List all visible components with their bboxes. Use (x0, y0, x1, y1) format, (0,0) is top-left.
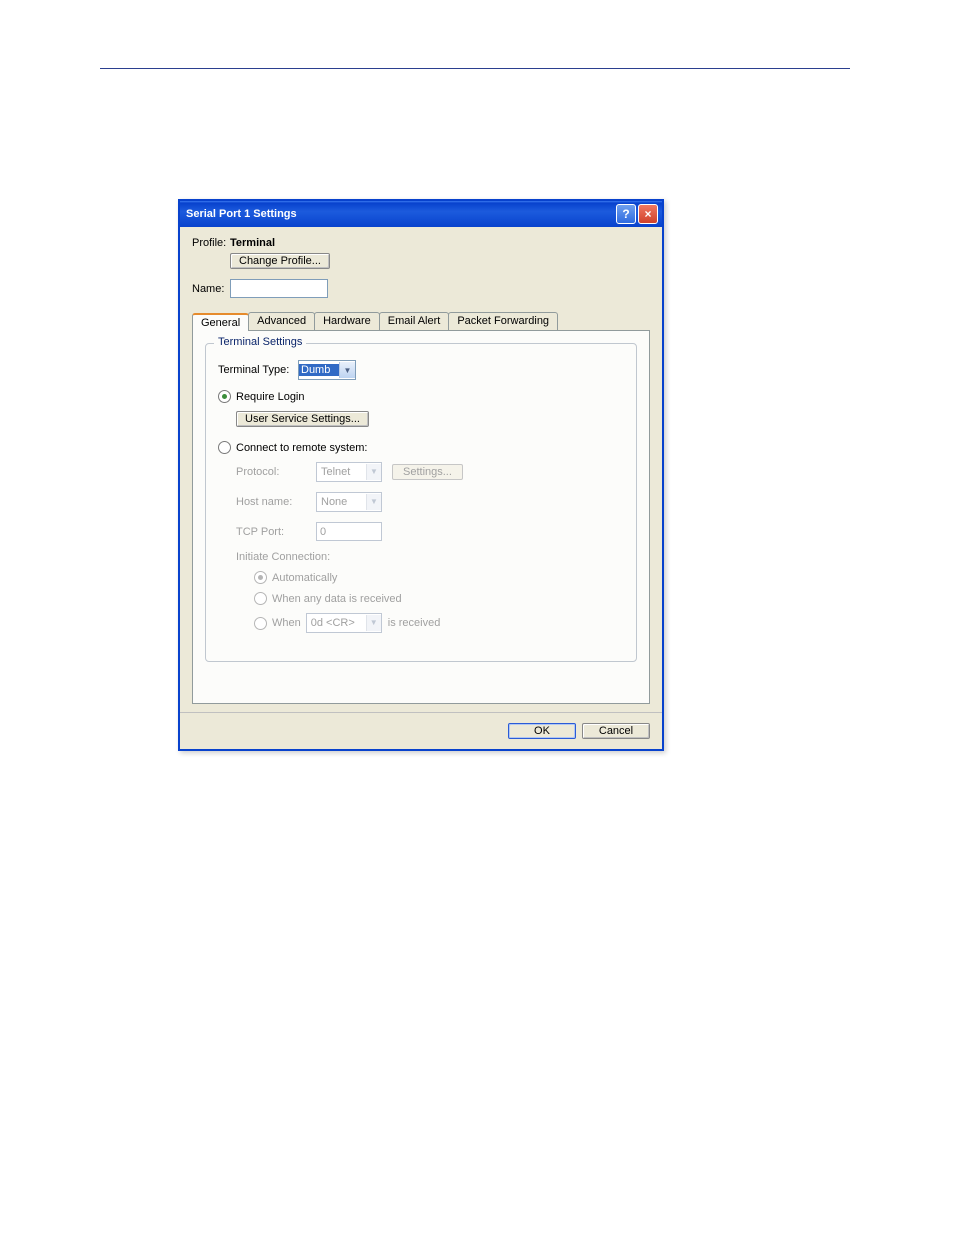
help-icon[interactable]: ? (616, 204, 636, 224)
terminal-type-label: Terminal Type: (218, 364, 298, 376)
hostname-value: None (321, 496, 347, 508)
page-divider (100, 68, 850, 69)
initiate-any-row: When any data is received (254, 592, 624, 605)
tab-content-general: Terminal Settings Terminal Type: Dumb ▼ … (192, 331, 650, 704)
remote-settings-block: Protocol: Telnet ▼ Settings... Host name… (236, 462, 624, 633)
group-title: Terminal Settings (214, 336, 306, 348)
protocol-value: Telnet (321, 466, 350, 478)
tcpport-row: TCP Port: (236, 522, 624, 541)
protocol-select: Telnet ▼ (316, 462, 382, 482)
close-icon[interactable]: × (638, 204, 658, 224)
when-value-select: 0d <CR> ▼ (306, 613, 382, 633)
titlebar-buttons: ? × (616, 204, 658, 224)
hostname-select: None ▼ (316, 492, 382, 512)
initiate-auto-radio (254, 571, 267, 584)
dialog-title: Serial Port 1 Settings (186, 208, 297, 220)
ok-button[interactable]: OK (508, 723, 576, 739)
tab-advanced[interactable]: Advanced (248, 312, 315, 330)
chevron-down-icon: ▼ (366, 464, 381, 480)
protocol-row: Protocol: Telnet ▼ Settings... (236, 462, 624, 482)
name-label: Name: (192, 283, 230, 295)
dialog-footer: OK Cancel (180, 712, 662, 749)
protocol-label: Protocol: (236, 466, 316, 478)
terminal-type-select[interactable]: Dumb ▼ (298, 360, 356, 380)
is-received-label: is received (388, 617, 441, 629)
name-row: Name: (192, 279, 650, 298)
when-value: 0d <CR> (311, 617, 355, 629)
connect-remote-radio[interactable] (218, 441, 231, 454)
profile-label: Profile: (192, 237, 230, 249)
titlebar: Serial Port 1 Settings ? × (180, 201, 662, 227)
initiate-label: Initiate Connection: (236, 551, 624, 563)
tab-email-alert[interactable]: Email Alert (379, 312, 450, 330)
tab-strip: General Advanced Hardware Email Alert Pa… (192, 312, 650, 331)
chevron-down-icon: ▼ (366, 494, 381, 510)
tab-hardware[interactable]: Hardware (314, 312, 380, 330)
dialog-body: Profile: Terminal Change Profile... Name… (180, 227, 662, 712)
connect-remote-label: Connect to remote system: (236, 442, 367, 454)
tcpport-label: TCP Port: (236, 526, 316, 538)
profile-button-row: Change Profile... (230, 253, 650, 269)
protocol-settings-button: Settings... (392, 464, 463, 480)
initiate-when-row: When 0d <CR> ▼ is received (254, 613, 624, 633)
require-login-radio[interactable] (218, 390, 231, 403)
terminal-type-row: Terminal Type: Dumb ▼ (218, 360, 624, 380)
require-login-row[interactable]: Require Login (218, 390, 624, 403)
hostname-label: Host name: (236, 496, 316, 508)
initiate-auto-row: Automatically (254, 571, 624, 584)
terminal-settings-group: Terminal Settings Terminal Type: Dumb ▼ … (205, 343, 637, 662)
user-service-row: User Service Settings... (236, 411, 624, 427)
initiate-auto-label: Automatically (272, 572, 337, 584)
profile-row: Profile: Terminal (192, 237, 650, 249)
require-login-label: Require Login (236, 391, 305, 403)
connect-remote-row[interactable]: Connect to remote system: (218, 441, 624, 454)
initiate-when-label: When (272, 617, 301, 629)
initiate-when-radio (254, 617, 267, 630)
tab-packet-forwarding[interactable]: Packet Forwarding (448, 312, 558, 330)
terminal-type-value: Dumb (299, 364, 339, 376)
chevron-down-icon: ▼ (339, 362, 355, 378)
chevron-down-icon: ▼ (366, 615, 381, 631)
cancel-button[interactable]: Cancel (582, 723, 650, 739)
profile-value: Terminal (230, 237, 275, 249)
tcpport-input (316, 522, 382, 541)
hostname-row: Host name: None ▼ (236, 492, 624, 512)
settings-dialog: Serial Port 1 Settings ? × Profile: Term… (178, 199, 664, 751)
name-input[interactable] (230, 279, 328, 298)
change-profile-button[interactable]: Change Profile... (230, 253, 330, 269)
user-service-settings-button[interactable]: User Service Settings... (236, 411, 369, 427)
initiate-any-label: When any data is received (272, 593, 402, 605)
tab-general[interactable]: General (192, 313, 249, 331)
initiate-any-radio (254, 592, 267, 605)
